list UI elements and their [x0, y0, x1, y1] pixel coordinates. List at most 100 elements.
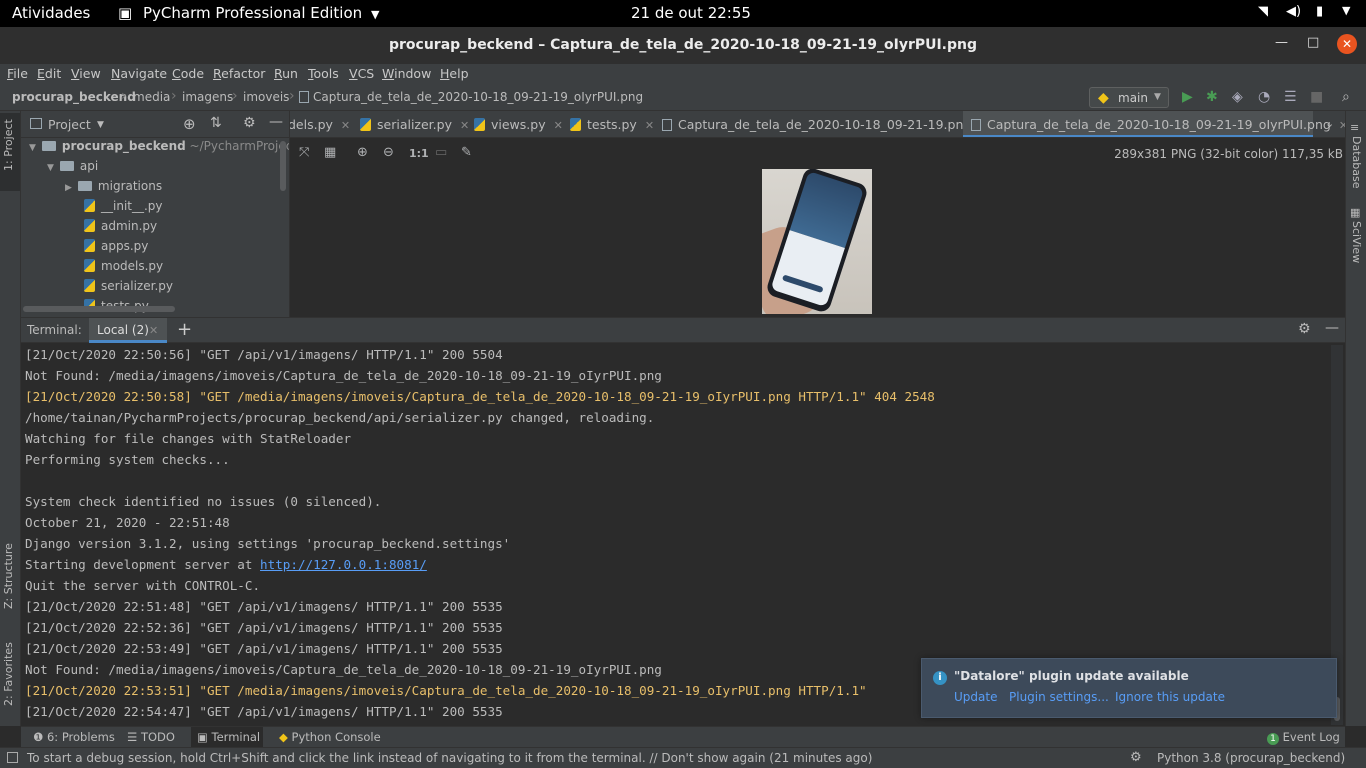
- hide-icon[interactable]: —: [1325, 320, 1339, 336]
- python-file-icon: [84, 259, 95, 272]
- tree-item-admin[interactable]: admin.py: [84, 219, 157, 239]
- run-configuration-select[interactable]: ◆ main ▼: [1089, 87, 1169, 108]
- tool-tab-structure[interactable]: Z: Structure: [2, 543, 15, 609]
- tree-item-migrations[interactable]: ▶ migrations: [65, 179, 162, 199]
- tool-tab-sciview[interactable]: SciView: [1350, 221, 1363, 263]
- hide-icon[interactable]: —: [269, 114, 283, 130]
- menu-view[interactable]: View: [71, 66, 101, 81]
- zoom-in-icon[interactable]: ⊕: [357, 145, 368, 160]
- breadcrumb-file[interactable]: Captura_de_tela_de_2020-10-18_09-21-19_o…: [299, 90, 643, 104]
- color-picker-icon[interactable]: ✎: [461, 145, 472, 160]
- tree-item-serializer[interactable]: serializer.py: [84, 279, 173, 299]
- tab-tests[interactable]: tests.py ✕: [562, 111, 654, 137]
- menu-code[interactable]: Code: [172, 66, 204, 81]
- terminal-icon: ▣: [197, 730, 208, 744]
- breadcrumb-media[interactable]: media: [133, 90, 170, 104]
- update-link[interactable]: Update: [954, 690, 997, 704]
- vertical-scrollbar[interactable]: [280, 141, 286, 191]
- collapse-all-icon[interactable]: ⇅: [210, 115, 222, 131]
- close-tab-icon[interactable]: ✕: [341, 119, 350, 132]
- menu-vcs[interactable]: VCS: [349, 66, 374, 81]
- menu-refactor[interactable]: Refactor: [213, 66, 265, 81]
- close-icon[interactable]: ✕: [1337, 34, 1357, 54]
- bottom-tool-tabs: ❶ 6: Problems ☰ TODO ▣ Terminal ◆ Python…: [21, 726, 1345, 748]
- terminal-line: Watching for file changes with StatReloa…: [25, 431, 352, 446]
- breadcrumb-imoveis[interactable]: imoveis: [243, 90, 289, 104]
- menu-help[interactable]: Help: [440, 66, 469, 81]
- tool-windows-icon[interactable]: [7, 752, 18, 763]
- gear-icon[interactable]: ⚙: [1298, 321, 1311, 337]
- stop-icon[interactable]: ■: [1310, 89, 1323, 105]
- terminal-session-tab[interactable]: Local (2) ✕: [89, 318, 167, 343]
- menu-navigate[interactable]: Navigate: [111, 66, 167, 81]
- chevron-down-icon[interactable]: ▼: [97, 120, 104, 130]
- menu-file[interactable]: File: [7, 66, 28, 81]
- tab-views[interactable]: views.py ✕: [466, 111, 563, 137]
- locate-icon[interactable]: ⊕: [183, 115, 196, 133]
- close-tab-icon[interactable]: ✕: [645, 119, 654, 132]
- coverage-icon[interactable]: ◈: [1232, 89, 1243, 105]
- tab-captura-oiyrpui[interactable]: Captura_de_tela_de_2020-10-18_09-21-19_o…: [963, 111, 1345, 137]
- profile-icon[interactable]: ◔: [1258, 89, 1270, 105]
- clock[interactable]: 21 de out 22:55: [631, 4, 751, 22]
- menu-run[interactable]: Run: [274, 66, 298, 81]
- horizontal-scrollbar[interactable]: [23, 306, 175, 312]
- tool-tab-terminal[interactable]: ▣ Terminal: [191, 727, 263, 748]
- terminal-line: [21/Oct/2020 22:50:56] "GET /api/v1/imag…: [25, 347, 503, 362]
- search-icon[interactable]: ⌕: [1342, 89, 1350, 105]
- volume-icon[interactable]: ◀): [1286, 4, 1301, 19]
- ignore-update-link[interactable]: Ignore this update: [1115, 690, 1225, 704]
- fit-to-window-icon[interactable]: ⤧: [299, 145, 309, 160]
- terminal-line: Not Found: /media/imagens/imoveis/Captur…: [25, 368, 662, 383]
- wifi-icon[interactable]: ◥: [1258, 4, 1268, 19]
- grid-icon[interactable]: ▦: [324, 145, 336, 160]
- breadcrumb-imagens[interactable]: imagens: [182, 90, 233, 104]
- actual-size-button[interactable]: 1:1: [409, 147, 429, 160]
- tool-tab-todo[interactable]: ☰ TODO: [121, 727, 185, 748]
- tool-tab-database[interactable]: Database: [1350, 136, 1363, 189]
- project-panel: Project ▼ ⊕ ⇅ ⚙ — ▼ procurap_beckend ~/Py…: [21, 111, 290, 317]
- tab-models[interactable]: dels.py ✕: [290, 111, 352, 137]
- tool-tab-favorites[interactable]: 2: Favorites: [2, 642, 15, 706]
- tree-root[interactable]: ▼ procurap_beckend ~/PycharmProjects/p: [29, 139, 289, 159]
- run-icon[interactable]: ▶: [1182, 89, 1193, 105]
- tool-tab-event-log[interactable]: 1 Event Log: [1267, 727, 1343, 748]
- zoom-out-icon[interactable]: ⊖: [383, 145, 394, 160]
- system-menu-chevron-icon[interactable]: ▼: [1342, 4, 1350, 17]
- new-session-icon[interactable]: +: [177, 319, 192, 340]
- tree-root-path: ~/PycharmProjects/p: [189, 139, 289, 153]
- debug-icon[interactable]: ✱: [1206, 89, 1218, 105]
- plugin-settings-link[interactable]: Plugin settings...: [1009, 690, 1109, 704]
- battery-icon[interactable]: ▮: [1316, 4, 1323, 19]
- project-view-select[interactable]: Project: [48, 117, 91, 132]
- tree-item-init[interactable]: __init__.py: [84, 199, 163, 219]
- gear-icon[interactable]: ⚙: [243, 115, 256, 131]
- menu-tools[interactable]: Tools: [308, 66, 339, 81]
- activities-button[interactable]: Atividades: [12, 4, 90, 22]
- app-menu[interactable]: ▣ PyCharm Professional Edition ▼: [118, 4, 379, 22]
- tree-item-api[interactable]: ▼ api: [47, 159, 98, 179]
- background-icon[interactable]: ▭: [435, 145, 447, 160]
- status-message[interactable]: To start a debug session, hold Ctrl+Shif…: [27, 751, 872, 765]
- tool-tab-problems[interactable]: ❶ 6: Problems: [27, 727, 117, 748]
- tool-tab-project[interactable]: 1: Project: [2, 119, 15, 171]
- tab-list-chevron-icon[interactable]: ⌄: [1325, 117, 1334, 130]
- tab-captura[interactable]: Captura_de_tela_de_2020-10-18_09-21-19.p…: [654, 111, 989, 137]
- tree-item-models[interactable]: models.py: [84, 259, 163, 279]
- minimize-icon[interactable]: —: [1275, 35, 1288, 50]
- menu-window[interactable]: Window: [382, 66, 431, 81]
- concurrency-icon[interactable]: ☰: [1284, 89, 1297, 105]
- maximize-icon[interactable]: □: [1307, 35, 1319, 50]
- menu-edit[interactable]: Edit: [37, 66, 61, 81]
- python-interpreter[interactable]: Python 3.8 (procurap_beckend): [1157, 751, 1345, 765]
- tab-serializer[interactable]: serializer.py ✕: [352, 111, 469, 137]
- image-viewer: ⤧ ▦ ⊕ ⊖ 1:1 ▭ ✎ 289x381 PNG (32-bit colo…: [290, 138, 1345, 317]
- tool-tab-python-console[interactable]: ◆ Python Console: [273, 727, 381, 748]
- terminal-line: Starting development server at http://12…: [25, 557, 427, 572]
- tree-item-apps[interactable]: apps.py: [84, 239, 148, 259]
- close-tab-icon[interactable]: ✕: [1339, 119, 1345, 132]
- server-url-link[interactable]: http://127.0.0.1:8081/: [260, 557, 427, 572]
- close-tab-icon[interactable]: ✕: [149, 324, 158, 337]
- interpreter-settings-icon: ⚙: [1130, 750, 1142, 765]
- breadcrumb-project[interactable]: procurap_beckend: [12, 90, 136, 104]
